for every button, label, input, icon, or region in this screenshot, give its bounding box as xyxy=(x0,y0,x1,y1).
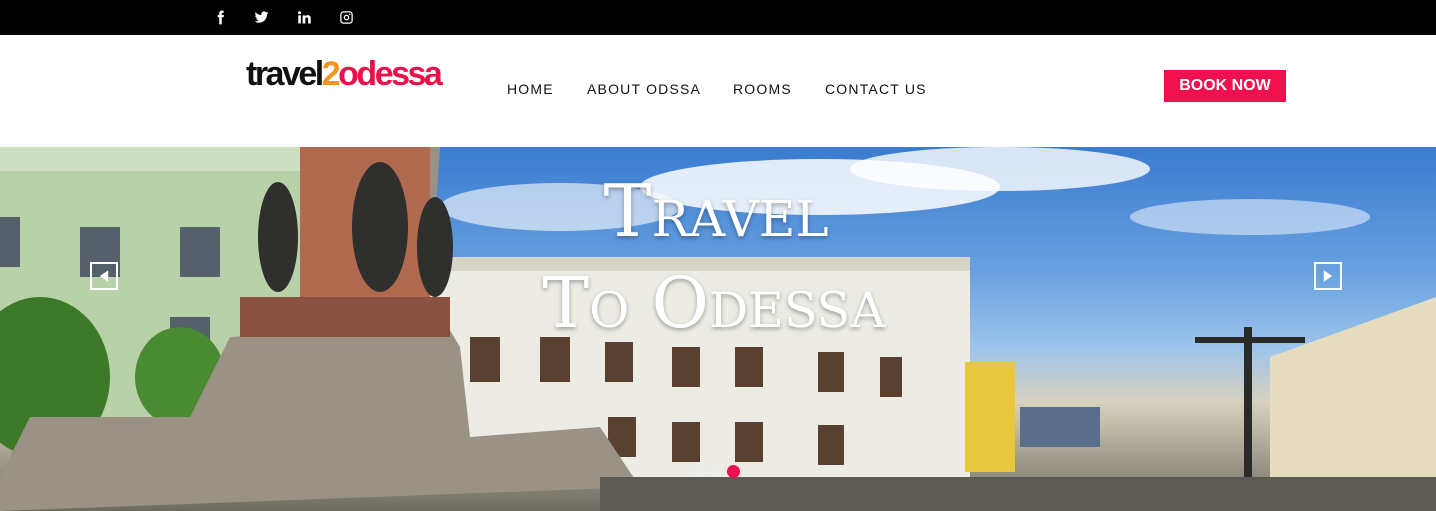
logo-text-travel: travel xyxy=(246,55,324,93)
twitter-icon[interactable] xyxy=(251,7,271,27)
slider-next-button[interactable] xyxy=(1314,262,1342,290)
triangle-right-icon xyxy=(1323,270,1333,282)
book-now-button[interactable]: BOOK NOW xyxy=(1164,70,1286,102)
slider-dot-2[interactable] xyxy=(710,466,721,477)
site-logo[interactable]: travel2odessa xyxy=(246,55,443,93)
slider-dot-1[interactable] xyxy=(693,466,704,477)
nav-contact-us[interactable]: CONTACT US xyxy=(825,81,927,97)
instagram-icon[interactable] xyxy=(336,7,356,27)
site-header: travel2odessa HOME ABOUT ODSSA ROOMS CON… xyxy=(0,35,1436,147)
slider-pagination xyxy=(693,465,740,478)
hero-title-line1: Travel xyxy=(603,169,829,253)
triangle-left-icon xyxy=(99,270,109,282)
slider-dot-3[interactable] xyxy=(727,465,740,478)
facebook-icon[interactable] xyxy=(210,7,230,27)
nav-about-odssa[interactable]: ABOUT ODSSA xyxy=(587,81,701,97)
linkedin-icon[interactable] xyxy=(294,7,314,27)
social-topbar xyxy=(0,0,1436,35)
hero-title-line2: To Odessa xyxy=(542,262,886,344)
logo-text-odessa: odessa xyxy=(338,55,443,93)
logo-text-2: 2 xyxy=(321,55,341,93)
hero-slider: Travel To Odessa xyxy=(0,147,1436,511)
nav-rooms[interactable]: ROOMS xyxy=(733,81,792,97)
nav-home[interactable]: HOME xyxy=(507,81,554,97)
slider-prev-button[interactable] xyxy=(90,262,118,290)
